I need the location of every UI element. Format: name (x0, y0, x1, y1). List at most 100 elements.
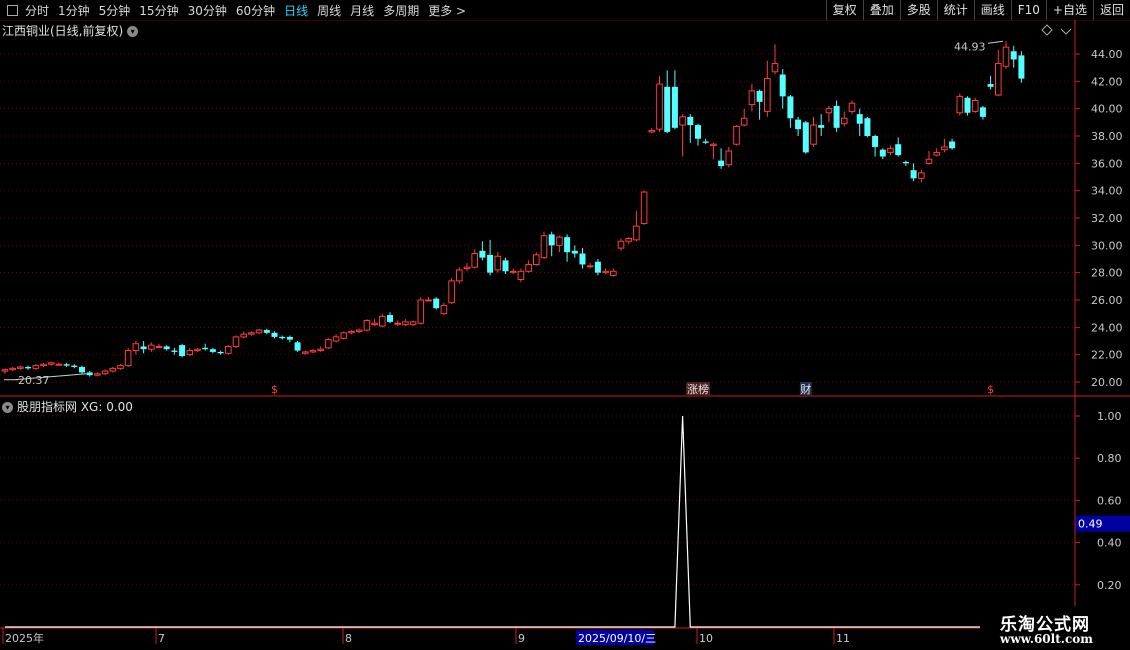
candle (86, 371, 93, 377)
candle (171, 347, 178, 355)
candle-body (340, 332, 348, 339)
candle (217, 350, 224, 355)
candle-body (718, 160, 725, 167)
max-label-pointer (987, 40, 1004, 44)
candle-body (648, 130, 656, 133)
candle-body (687, 116, 694, 126)
candle (872, 134, 879, 157)
candle (787, 95, 794, 128)
candle-body (371, 322, 378, 326)
candle-body (317, 348, 324, 352)
candle-body (833, 105, 840, 128)
candle-body (633, 225, 640, 241)
candle (225, 345, 232, 355)
watermark-logo: 乐淘公式网 www.60lt.com (980, 606, 1130, 650)
candle-body (9, 367, 16, 371)
date-label: 2025年 (5, 631, 44, 645)
candle (263, 328, 270, 335)
candle (47, 361, 55, 366)
candle-body (271, 332, 278, 337)
diamond-icon (1041, 24, 1053, 36)
candle-body (602, 270, 609, 274)
candle-body (556, 236, 563, 246)
candle-body (571, 250, 578, 254)
price-tick-label: 26.00 (1091, 294, 1123, 307)
candle-body (171, 350, 178, 352)
candle (71, 364, 78, 369)
candle-body (540, 235, 548, 259)
candle-body (733, 125, 740, 145)
candle-body (25, 366, 32, 369)
price-tick-label: 36.00 (1091, 157, 1123, 170)
candle (433, 297, 440, 310)
candle-body (209, 349, 216, 352)
chevron-down-icon[interactable]: ▾ (2, 402, 13, 413)
candle-body (94, 373, 101, 376)
candle-body (55, 363, 63, 366)
candle (202, 343, 209, 351)
candle-body (995, 63, 1002, 96)
candle-body (17, 366, 24, 369)
candle (640, 190, 648, 225)
candle-body (987, 84, 994, 87)
candle (933, 148, 941, 157)
candle-body (1, 369, 9, 372)
kline-chart[interactable]: 44.00 42.00 40.00 38.00 36.00 34.00 32.00 30.00… (0, 0, 1130, 650)
candle (586, 263, 594, 269)
candle-body (617, 240, 625, 249)
candle (456, 267, 463, 284)
price-tick-label: 32.00 (1091, 212, 1123, 225)
candle-body (771, 63, 779, 73)
candle-body (79, 366, 85, 373)
candle (564, 234, 571, 262)
candle-body (163, 346, 170, 350)
candle (340, 331, 348, 340)
candle (540, 231, 548, 259)
candle-body (101, 370, 109, 375)
candle (9, 366, 16, 372)
candle-body (302, 351, 309, 354)
candle-body (232, 336, 240, 347)
candle (710, 142, 717, 160)
event-marker: 涨榜 (687, 382, 709, 396)
candle (648, 127, 656, 134)
candle-body (32, 365, 40, 369)
candle-body (525, 263, 532, 272)
candle-body (47, 362, 55, 365)
candle-body (1018, 55, 1025, 79)
candle (25, 365, 32, 370)
candle (40, 362, 47, 367)
candle (440, 302, 448, 316)
candle-body (902, 161, 909, 164)
indicator-current-label: 0.49 (1078, 518, 1103, 531)
candle-body (132, 343, 140, 352)
candle-body (841, 117, 848, 125)
candle (895, 137, 902, 157)
candle (617, 238, 625, 251)
min-price-label: 20.37 (18, 374, 50, 387)
candle (825, 105, 833, 123)
candle-body (979, 107, 986, 117)
candle (949, 138, 956, 150)
candle (271, 331, 278, 339)
candle (748, 84, 756, 112)
candle-body (155, 345, 163, 348)
price-tick-label: 38.00 (1091, 130, 1123, 143)
candle-body (355, 329, 363, 332)
candle-body (502, 260, 509, 272)
indicator-tick-label: 0.80 (1097, 452, 1122, 465)
candle-body (640, 191, 648, 224)
candle-body (949, 141, 956, 149)
candle-body (864, 118, 871, 136)
candle-body (787, 96, 794, 119)
candle (402, 319, 409, 326)
date-label: 7 (158, 632, 165, 645)
candle (695, 123, 701, 146)
candle-body (463, 266, 471, 270)
candle-body (494, 255, 502, 271)
candle (94, 372, 101, 377)
candle (879, 148, 886, 160)
candle (848, 100, 856, 115)
candle-body (740, 117, 748, 126)
candle (818, 114, 825, 136)
